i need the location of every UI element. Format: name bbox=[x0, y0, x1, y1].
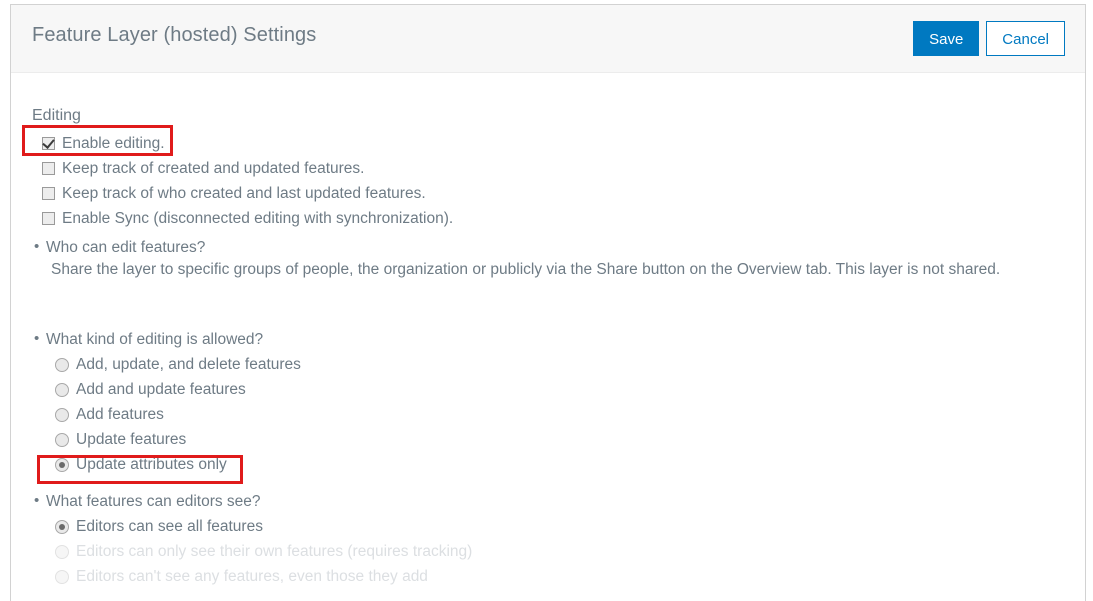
editing-checkbox-list: Enable editing. Keep track of created an… bbox=[33, 131, 633, 231]
checkbox-label: Enable Sync (disconnected editing with s… bbox=[62, 209, 454, 227]
checkbox-row-enable-editing[interactable]: Enable editing. bbox=[33, 131, 633, 156]
checkbox-row-keep-track-who-created[interactable]: Keep track of who created and last updat… bbox=[33, 181, 633, 206]
editors-can-see-group: What features can editors see? Editors c… bbox=[32, 492, 472, 589]
kind-of-editing-radio-list: Add, update, and delete features Add and… bbox=[32, 352, 301, 477]
radio-label: Add and update features bbox=[76, 380, 246, 398]
radio-label: Editors can see all features bbox=[76, 517, 263, 535]
radio-row-see-own-features: Editors can only see their own features … bbox=[46, 539, 472, 564]
radio-unselected-icon[interactable] bbox=[55, 432, 69, 447]
radio-row-update-attributes-only[interactable]: Update attributes only bbox=[46, 452, 301, 477]
radio-row-see-all-features[interactable]: Editors can see all features bbox=[46, 514, 472, 539]
checkbox-row-keep-track-created-updated[interactable]: Keep track of created and updated featur… bbox=[33, 156, 633, 181]
radio-unselected-icon[interactable] bbox=[55, 357, 69, 372]
radio-row-add-update-delete[interactable]: Add, update, and delete features bbox=[46, 352, 301, 377]
window-titlebar: Feature Layer (hosted) Settings Save Can… bbox=[11, 5, 1085, 73]
checkbox-row-enable-sync[interactable]: Enable Sync (disconnected editing with s… bbox=[33, 206, 633, 231]
editing-section-heading: Editing bbox=[32, 107, 81, 124]
radio-row-add-features[interactable]: Add features bbox=[46, 402, 301, 427]
who-can-edit-group: Who can edit features? Share the layer t… bbox=[32, 238, 1001, 283]
radio-label: Update features bbox=[76, 430, 187, 448]
radio-label: Update attributes only bbox=[76, 455, 227, 473]
radio-row-see-no-features: Editors can't see any features, even tho… bbox=[46, 564, 472, 589]
page-title: Feature Layer (hosted) Settings bbox=[32, 24, 317, 46]
checkbox-label: Enable editing. bbox=[62, 134, 165, 152]
who-can-edit-question: Who can edit features? bbox=[32, 238, 1000, 257]
radio-row-add-and-update[interactable]: Add and update features bbox=[46, 377, 301, 402]
radio-row-update-features[interactable]: Update features bbox=[46, 427, 301, 452]
titlebar-actions: Save Cancel bbox=[913, 21, 1065, 56]
checkbox-checked-icon[interactable] bbox=[42, 137, 55, 150]
radio-disabled-icon bbox=[55, 569, 69, 584]
checkbox-label: Keep track of who created and last updat… bbox=[62, 184, 426, 202]
radio-unselected-icon[interactable] bbox=[55, 407, 69, 422]
radio-label: Editors can only see their own features … bbox=[76, 542, 473, 560]
checkbox-unchecked-icon[interactable] bbox=[42, 187, 55, 200]
radio-selected-icon[interactable] bbox=[55, 457, 69, 472]
cancel-button[interactable]: Cancel bbox=[986, 21, 1065, 56]
save-button[interactable]: Save bbox=[913, 21, 980, 56]
checkbox-unchecked-icon[interactable] bbox=[42, 162, 55, 175]
checkbox-label: Keep track of created and updated featur… bbox=[62, 159, 365, 177]
settings-window: Feature Layer (hosted) Settings Save Can… bbox=[10, 4, 1086, 601]
kind-of-editing-group: What kind of editing is allowed? Add, up… bbox=[32, 330, 301, 477]
who-can-edit-body: Share the layer to specific groups of pe… bbox=[51, 261, 1001, 278]
radio-unselected-icon[interactable] bbox=[55, 382, 69, 397]
checkbox-unchecked-icon[interactable] bbox=[42, 212, 55, 225]
radio-selected-icon[interactable] bbox=[55, 519, 69, 534]
kind-of-editing-question: What kind of editing is allowed? bbox=[32, 330, 301, 349]
radio-label: Editors can't see any features, even tho… bbox=[76, 567, 428, 585]
radio-disabled-icon bbox=[55, 544, 69, 559]
radio-label: Add features bbox=[76, 405, 164, 423]
editors-can-see-question: What features can editors see? bbox=[32, 492, 472, 511]
screenshot-root: Feature Layer (hosted) Settings Save Can… bbox=[0, 0, 1093, 601]
editors-can-see-radio-list: Editors can see all features Editors can… bbox=[32, 514, 472, 589]
radio-label: Add, update, and delete features bbox=[76, 355, 301, 373]
